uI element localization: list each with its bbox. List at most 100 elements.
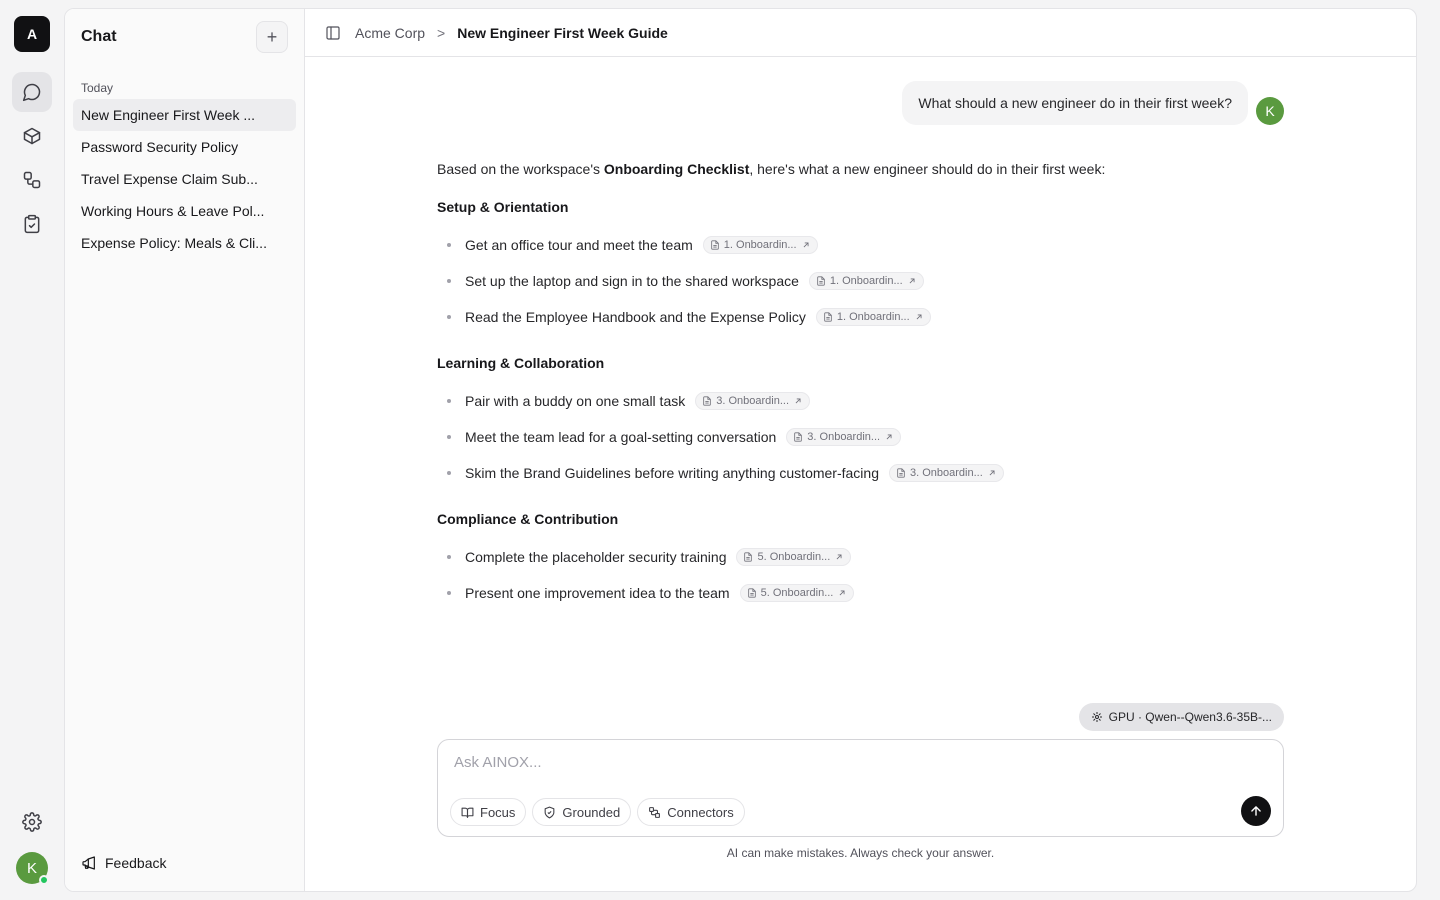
- citation-chip[interactable]: 1. Onboardin...: [808, 272, 924, 290]
- breadcrumb-parent[interactable]: Acme Corp: [355, 25, 425, 41]
- list-item-text: Skim the Brand Guidelines before writing…: [465, 465, 879, 481]
- list-item: Read the Employee Handbook and the Expen…: [447, 299, 1287, 335]
- document-icon: [711, 240, 719, 250]
- citation-chip[interactable]: 5. Onboardin...: [736, 548, 852, 566]
- cube-icon: [23, 127, 41, 145]
- external-link-icon: [886, 434, 892, 440]
- document-icon: [747, 588, 756, 598]
- section-heading: Learning & Collaboration: [437, 355, 605, 371]
- citation-label: 5. Onboardin...: [760, 587, 834, 599]
- history-item[interactable]: Travel Expense Claim Sub...: [73, 163, 296, 195]
- citation-chip[interactable]: 3. Onboardin...: [695, 392, 811, 410]
- org-logo[interactable]: A: [14, 16, 50, 52]
- list-item-text: Present one improvement idea to the team: [465, 585, 730, 601]
- citation-chip[interactable]: 5. Onboardin...: [739, 584, 855, 602]
- grounded-label: Grounded: [562, 804, 621, 820]
- connectors-label: Connectors: [667, 804, 734, 820]
- assistant-answer: Based on the workspace's Onboarding Chec…: [437, 159, 1287, 611]
- history-item[interactable]: New Engineer First Week ...: [73, 99, 296, 131]
- workflow-icon: [23, 171, 41, 189]
- citation-chip[interactable]: 3. Onboardin...: [786, 428, 902, 446]
- topbar: Acme Corp > New Engineer First Week Guid…: [305, 9, 1416, 57]
- document-icon: [794, 432, 803, 442]
- book-open-icon: [461, 807, 474, 818]
- external-link-icon: [916, 314, 922, 320]
- chat-history-list: New Engineer First Week ... Password Sec…: [65, 99, 304, 259]
- external-link-icon: [795, 398, 801, 404]
- citation-label: 5. Onboardin...: [757, 551, 831, 563]
- citation-label: 3. Onboardin...: [807, 431, 881, 443]
- rail-bottom: K: [12, 802, 52, 885]
- breadcrumb: Acme Corp > New Engineer First Week Guid…: [355, 25, 668, 41]
- list-item: Skim the Brand Guidelines before writing…: [447, 455, 1287, 491]
- bullet-list: Get an office tour and meet the team 1. O…: [437, 227, 1287, 335]
- rail-chat-button[interactable]: [12, 72, 52, 112]
- list-item-text: Set up the laptop and sign in to the sha…: [465, 273, 799, 289]
- message-avatar: K: [1256, 97, 1284, 125]
- focus-button[interactable]: Focus: [450, 798, 527, 826]
- document-icon: [817, 276, 825, 286]
- citation-label: 1. Onboardin...: [829, 275, 903, 287]
- external-link-icon: [839, 590, 845, 596]
- focus-label: Focus: [480, 804, 516, 820]
- online-status-dot: [39, 875, 49, 885]
- citation-label: 1. Onboardin...: [836, 311, 910, 323]
- new-chat-button[interactable]: +: [256, 21, 288, 53]
- document-icon: [897, 468, 905, 478]
- gear-icon: [22, 812, 42, 832]
- history-section-label: Today: [81, 81, 114, 95]
- breadcrumb-separator: >: [437, 24, 446, 41]
- rail-tasks-button[interactable]: [12, 204, 52, 244]
- clipboard-check-icon: [24, 214, 40, 234]
- user-message: What should a new engineer do in their f…: [902, 81, 1248, 125]
- history-item[interactable]: Password Security Policy: [73, 131, 296, 163]
- user-message-row: What should a new engineer do in their f…: [902, 81, 1284, 125]
- feedback-label: Feedback: [105, 855, 167, 871]
- connectors-button[interactable]: Connectors: [637, 798, 745, 826]
- grounded-button[interactable]: Grounded: [532, 798, 632, 826]
- answer-intro: Based on the workspace's Onboarding Chec…: [437, 159, 1287, 179]
- citation-chip[interactable]: 1. Onboardin...: [815, 308, 931, 326]
- list-item: Meet the team lead for a goal-setting co…: [447, 419, 1287, 455]
- answer-intro-text: , here's what a new engineer should do i…: [749, 161, 1106, 177]
- answer-intro-bold: Onboarding Checklist: [603, 161, 750, 177]
- chat-main: Acme Corp > New Engineer First Week Guid…: [305, 9, 1416, 891]
- model-selector[interactable]: GPU · Qwen--Qwen3.6-35B-...: [1078, 703, 1284, 731]
- document-icon: [703, 396, 711, 406]
- breadcrumb-current: New Engineer First Week Guide: [457, 24, 668, 41]
- send-button[interactable]: [1241, 796, 1271, 826]
- user-avatar[interactable]: K: [16, 852, 49, 885]
- list-item: Present one improvement idea to the team…: [447, 575, 1287, 611]
- user-avatar-initial: K: [26, 859, 37, 877]
- chip-icon: [1091, 712, 1102, 722]
- composer-tools: Focus Grounded Connectors: [450, 798, 745, 826]
- citation-chip[interactable]: 3. Onboardin...: [888, 464, 1004, 482]
- megaphone-icon: [82, 856, 95, 870]
- citation-chip[interactable]: 1. Onboardin...: [702, 236, 818, 254]
- app-panel: Chat + Today New Engineer First Week ...…: [64, 8, 1417, 892]
- rail-knowledge-button[interactable]: [12, 116, 52, 156]
- rail-nav: [12, 72, 52, 244]
- sidebar-toggle-icon[interactable]: [325, 25, 341, 41]
- section-heading: Setup & Orientation: [437, 199, 569, 215]
- rail-workflow-button[interactable]: [12, 160, 52, 200]
- message-input[interactable]: [454, 754, 1214, 771]
- bullet-list: Complete the placeholder security traini…: [437, 539, 1287, 611]
- external-link-icon: [909, 278, 915, 284]
- settings-button[interactable]: [12, 802, 52, 842]
- external-link-icon: [803, 242, 809, 248]
- list-item: Get an office tour and meet the team 1. O…: [447, 227, 1287, 263]
- arrow-up-icon: [1251, 806, 1261, 816]
- history-item[interactable]: Working Hours & Leave Pol...: [73, 195, 296, 227]
- citation-label: 1. Onboardin...: [723, 239, 797, 251]
- list-item: Set up the laptop and sign in to the sha…: [447, 263, 1287, 299]
- list-item-text: Complete the placeholder security traini…: [465, 549, 727, 565]
- document-icon: [744, 552, 753, 562]
- connectors-icon: [649, 806, 661, 818]
- feedback-button[interactable]: Feedback: [81, 855, 166, 871]
- list-item-text: Meet the team lead for a goal-setting co…: [465, 429, 777, 445]
- composer: Focus Grounded Connectors: [437, 739, 1284, 837]
- sidebar-header: Chat +: [65, 9, 304, 65]
- plus-icon: +: [266, 26, 278, 47]
- history-item[interactable]: Expense Policy: Meals & Cli...: [73, 227, 296, 259]
